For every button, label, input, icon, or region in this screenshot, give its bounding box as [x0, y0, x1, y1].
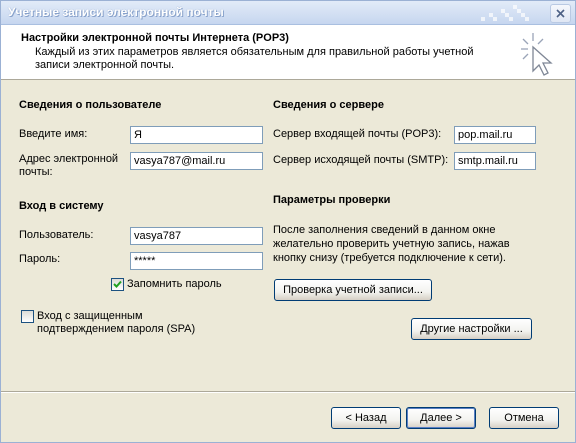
- remember-password-label: Запомнить пароль: [127, 278, 222, 290]
- password-field[interactable]: *****: [130, 252, 263, 270]
- close-button[interactable]: [550, 4, 571, 23]
- footer-divider: [1, 391, 575, 393]
- name-field[interactable]: Я: [130, 126, 263, 144]
- wizard-cursor-icon: [521, 33, 553, 76]
- title-bar[interactable]: Учетные записи электронной почты: [1, 1, 575, 25]
- user-info-heading: Сведения о пользователе: [19, 99, 162, 111]
- close-icon: [556, 9, 565, 18]
- spa-label-line1: Вход с защищенным: [37, 310, 143, 322]
- next-button[interactable]: Далее >: [406, 407, 476, 429]
- remember-password-checkbox[interactable]: [111, 278, 124, 291]
- email-label-line2: почты:: [19, 166, 53, 178]
- spa-checkbox[interactable]: [21, 310, 34, 323]
- outgoing-server-label: Сервер исходящей почты (SMTP):: [273, 154, 449, 166]
- test-description: После заполнения сведений в данном окне …: [273, 224, 510, 264]
- outgoing-server-field[interactable]: smtp.mail.ru: [454, 152, 536, 170]
- checkmark-icon: [113, 280, 122, 288]
- header-description: Каждый из этих параметров является обяза…: [35, 46, 474, 71]
- name-label: Введите имя:: [19, 128, 88, 140]
- cancel-button[interactable]: Отмена: [489, 407, 559, 429]
- server-info-heading: Сведения о сервере: [273, 99, 384, 111]
- wizard-header: Настройки электронной почты Интернета (P…: [1, 25, 575, 80]
- password-label: Пароль:: [19, 253, 61, 265]
- more-settings-button[interactable]: Другие настройки ...: [411, 318, 532, 340]
- back-button[interactable]: < Назад: [331, 407, 401, 429]
- titlebar-pattern-icon: [481, 5, 529, 21]
- login-heading: Вход в систему: [19, 200, 104, 212]
- user-label: Пользователь:: [19, 229, 94, 241]
- email-field[interactable]: vasya787@mail.ru: [130, 152, 263, 170]
- user-field[interactable]: vasya787: [130, 227, 263, 245]
- email-label-line1: Адрес электронной: [19, 153, 119, 165]
- header-title: Настройки электронной почты Интернета (P…: [21, 32, 289, 44]
- dialog-window: Учетные записи электронной почты Настрой…: [0, 0, 576, 443]
- test-account-button[interactable]: Проверка учетной записи...: [274, 279, 432, 301]
- window-title: Учетные записи электронной почты: [8, 5, 224, 19]
- settings-content: Сведения о пользователе Введите имя: Я А…: [1, 80, 575, 390]
- incoming-server-label: Сервер входящей почты (POP3):: [273, 128, 442, 140]
- incoming-server-field[interactable]: pop.mail.ru: [454, 126, 536, 144]
- spa-label-line2: подтверждением пароля (SPA): [37, 323, 196, 335]
- test-settings-heading: Параметры проверки: [273, 194, 391, 206]
